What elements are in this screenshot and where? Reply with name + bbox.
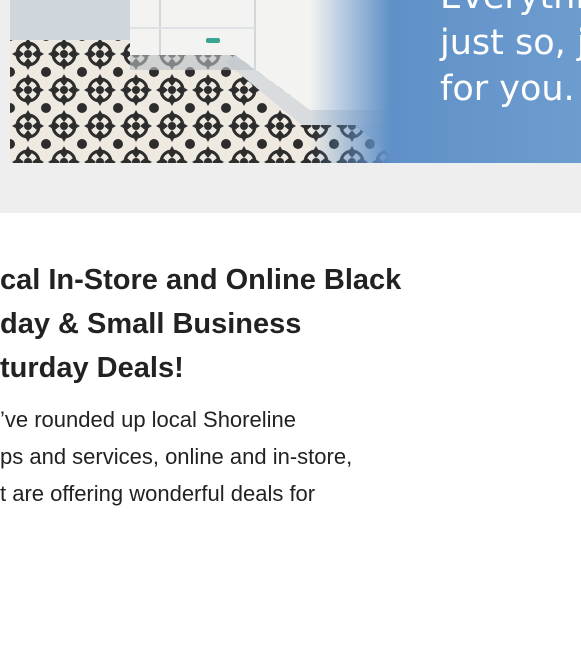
- headline-line: day & Small Business: [0, 308, 302, 340]
- body-line: t are offering wonderful deals for: [0, 481, 316, 506]
- article: cal In-Store and Online Black day & Smal…: [0, 258, 581, 512]
- ad-tagline: Everything just so, just for you.: [440, 0, 581, 112]
- body-line: ps and services, online and in-store,: [0, 444, 353, 469]
- ad-tagline-line: just so, just: [440, 23, 581, 63]
- headline-line: turday Deals!: [0, 352, 184, 384]
- ad-banner[interactable]: Everything just so, just for you.: [10, 0, 581, 163]
- ad-tagline-line: Everything: [440, 0, 581, 20]
- ad-tagline-line: for you.: [440, 69, 575, 109]
- article-body-paragraph: ’ve rounded up local Shoreline ps and se…: [0, 401, 581, 512]
- article-headline: cal In-Store and Online Black day & Smal…: [0, 258, 581, 390]
- headline-line: cal In-Store and Online Black: [0, 264, 402, 296]
- page: Everything just so, just for you. cal In…: [0, 0, 581, 650]
- body-line: ’ve rounded up local Shoreline: [0, 407, 296, 432]
